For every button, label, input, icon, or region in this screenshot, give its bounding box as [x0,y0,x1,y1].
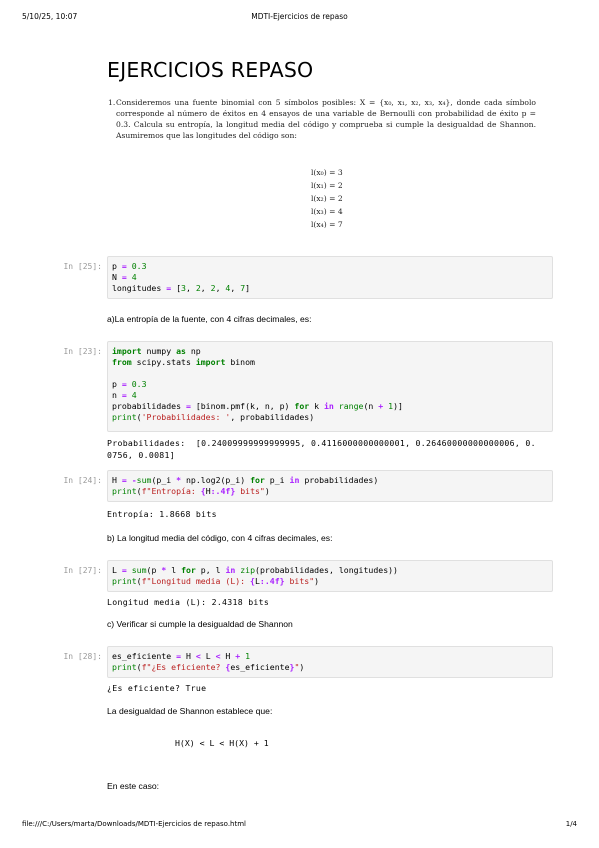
markdown-shannon-intro: La desigualdad de Shannon establece que: [107,706,273,716]
cell-prompt: In [25]: [63,262,102,271]
code-line: probabilidades = [binom.pmf(k, n, p) for… [112,401,403,411]
code-line: L = sum(p * l for p, l in zip(probabilid… [112,565,398,575]
code-line: print(f"Entropía: {H:.4f} bits") [112,486,270,496]
print-footer: file:///C:/Users/marta/Downloads/MDTI-Ej… [22,820,577,832]
code-line: p = 0.3 [112,261,147,271]
code-line: import numpy as np [112,346,201,356]
length-formula-0: l(x₀) = 3 [311,168,343,177]
code-line: print('Probabilidades: ', probabilidades… [112,412,315,422]
print-page-number: 1/4 [565,820,577,828]
code-cell[interactable]: p = 0.3 N = 4 longitudes = [3, 2, 2, 4, … [107,256,553,299]
cell-prompt: In [27]: [63,566,102,575]
code-line: es_eficiente = H < L < H + 1 [112,651,251,661]
markdown-b: b) La longitud media del código, con 4 c… [107,533,333,543]
cell-output: Longitud media (L): 2.4318 bits [107,597,270,607]
code-line: from scipy.stats import binom [112,357,255,367]
exercise-number: 1. [108,98,116,107]
print-url: file:///C:/Users/marta/Downloads/MDTI-Ej… [22,820,246,828]
code-line: print(f"¿Es eficiente? {es_eficiente}") [112,662,305,672]
code-cell[interactable]: es_eficiente = H < L < H + 1 print(f"¿Es… [107,646,553,678]
print-header: 5/10/25, 10:07 MDTI-Ejercicios de repaso [22,12,577,24]
length-formula-1: l(x₁) = 2 [311,181,343,190]
code-line: longitudes = [3, 2, 2, 4, 7] [112,283,251,293]
code-line: H = -sum(p_i * np.log2(p_i) for p_i in p… [112,475,379,485]
exercise-statement: 1. Consideremos una fuente binomial con … [108,97,536,141]
code-cell[interactable]: import numpy as np from scipy.stats impo… [107,341,553,432]
code-line: p = 0.3 [112,379,147,389]
cell-prompt: In [28]: [63,652,102,661]
cell-output: Probabilidades: [0.24009999999999995, 0.… [107,438,536,460]
code-line: N = 4 [112,272,137,282]
code-cell[interactable]: H = -sum(p_i * np.log2(p_i) for p_i in p… [107,470,553,502]
notebook-title: EJERCICIOS REPASO [107,58,314,82]
cell-output: Entropía: 1.8668 bits [107,509,217,519]
cell-prompt: In [24]: [63,476,102,485]
markdown-a: a)La entropía de la fuente, con 4 cifras… [107,314,312,324]
code-cell[interactable]: L = sum(p * l for p, l in zip(probabilid… [107,560,553,592]
markdown-c: c) Verificar si cumple la desigualdad de… [107,619,293,629]
shannon-formula: H(X) < L < H(X) + 1 [175,738,269,748]
length-formula-4: l(x₄) = 7 [311,220,343,229]
exercise-text: Consideremos una fuente binomial con 5 s… [116,98,536,140]
length-formula-2: l(x₂) = 2 [311,194,343,203]
markdown-en-este-caso: En este caso: [107,781,160,791]
code-line: n = 4 [112,390,137,400]
print-page-title: MDTI-Ejercicios de repaso [251,12,348,21]
length-formula-3: l(x₃) = 4 [311,207,343,216]
cell-output: ¿Es eficiente? True [107,683,207,693]
code-line: print(f"Longitud media (L): {L:.4f} bits… [112,576,320,586]
cell-prompt: In [23]: [63,347,102,356]
